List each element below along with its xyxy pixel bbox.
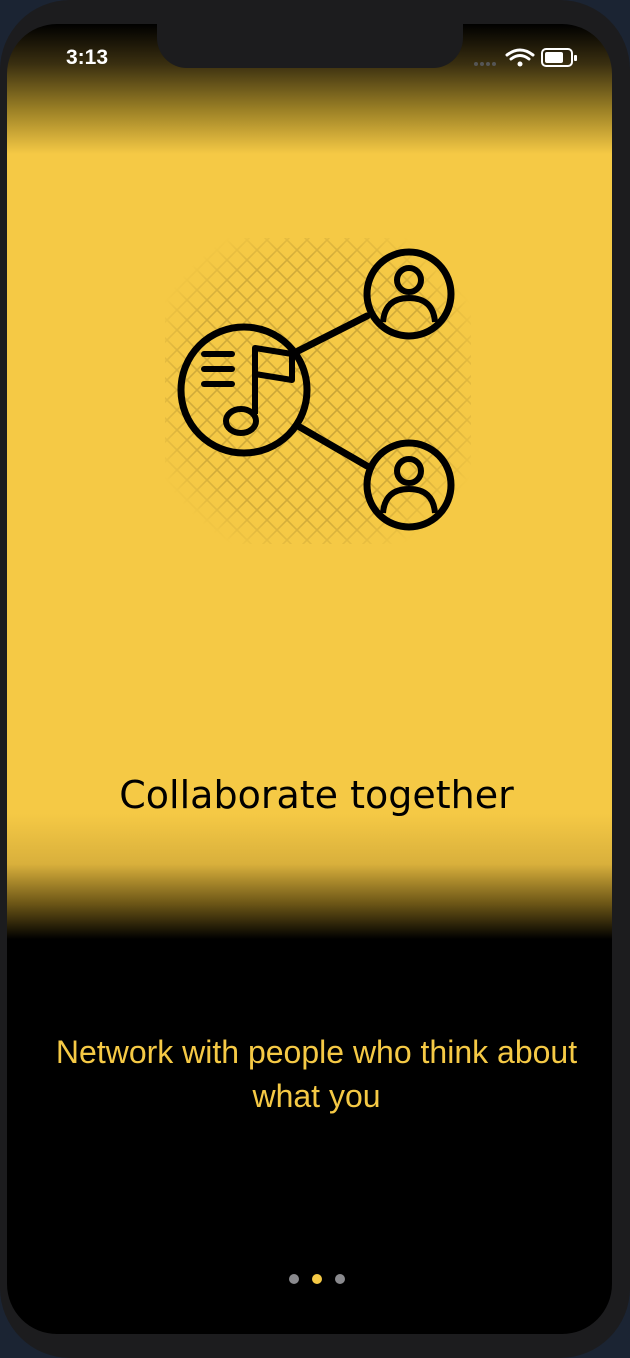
phone-frame: Collaborate together Network with people… (0, 0, 630, 1358)
page-indicator[interactable] (277, 1274, 357, 1288)
page-dot-2-active[interactable] (312, 1274, 322, 1284)
page-dot-3[interactable] (335, 1274, 345, 1284)
onboarding-subtitle: Network with people who think about what… (55, 1034, 578, 1114)
cellular-signal-icon (474, 62, 496, 66)
onboarding-title: Collaborate together (119, 773, 514, 817)
status-time: 3:13 (66, 46, 109, 69)
status-icons (474, 48, 577, 67)
device-notch (157, 20, 463, 68)
onboarding-screen: Collaborate together Network with people… (7, 24, 612, 1334)
hatch-background (165, 238, 471, 544)
wifi-icon (505, 48, 535, 67)
music-collaboration-network-icon (165, 238, 471, 544)
battery-icon (541, 48, 577, 67)
page-dot-1[interactable] (289, 1274, 299, 1284)
